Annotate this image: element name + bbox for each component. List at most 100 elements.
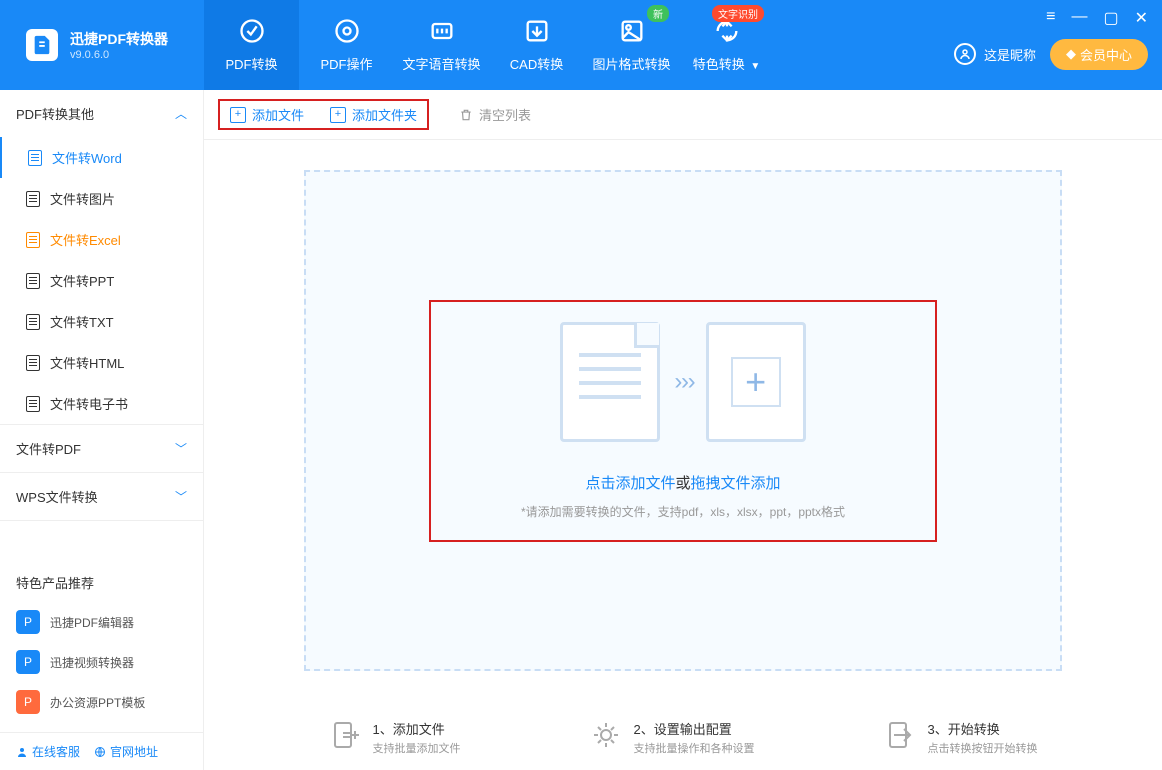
step-3: 3、开始转换 点击转换按钮开始转换 xyxy=(884,719,1038,756)
vip-diamond-icon: ◆ xyxy=(1066,46,1076,62)
nav-item-3[interactable]: CAD转换 xyxy=(489,0,584,90)
add-document-icon xyxy=(706,322,806,442)
dropzone-hint: *请添加需要转换的文件，支持pdf，xls，xlsx，ppt，pptx格式 xyxy=(521,503,845,520)
app-version: v9.0.6.0 xyxy=(70,49,168,61)
step-icon xyxy=(884,719,916,751)
file-icon xyxy=(26,273,40,289)
chevron-down-icon: ﹀ xyxy=(175,488,187,505)
recommend-item-1[interactable]: P 迅捷视频转换器 xyxy=(0,642,203,682)
nav-item-1[interactable]: PDF操作 xyxy=(299,0,394,90)
steps-bar: 1、添加文件 支持批量添加文件 2、设置输出配置 支持批量操作和各种设置 3、开… xyxy=(204,701,1162,770)
side-item-0-5[interactable]: 文件转HTML xyxy=(0,342,203,383)
side-section-header[interactable]: WPS文件转换 ﹀ xyxy=(0,473,203,520)
side-item-label: 文件转PPT xyxy=(50,271,114,290)
app-logo-icon xyxy=(26,29,58,61)
nav-item-0[interactable]: PDF转换 xyxy=(204,0,299,90)
app-name: 迅捷PDF转换器 xyxy=(70,29,168,49)
user-area[interactable]: 这是昵称 xyxy=(954,43,1036,65)
nav-label: PDF操作 xyxy=(320,54,372,73)
official-site-link[interactable]: 官网地址 xyxy=(94,743,158,760)
nav-label: CAD转换 xyxy=(510,54,563,73)
side-section-0: PDF转换其他 ︿ 文件转Word 文件转图片 文件转Excel 文件转PPT xyxy=(0,90,203,425)
file-icon xyxy=(26,396,40,412)
nav-icon xyxy=(523,17,551,48)
sidebar: PDF转换其他 ︿ 文件转Word 文件转图片 文件转Excel 文件转PPT xyxy=(0,90,204,770)
nav-icon xyxy=(238,17,266,48)
side-item-label: 文件转HTML xyxy=(50,353,124,372)
side-item-label: 文件转图片 xyxy=(50,189,115,208)
document-icon xyxy=(560,322,660,442)
side-section-header[interactable]: PDF转换其他 ︿ xyxy=(0,90,203,137)
side-item-label: 文件转Word xyxy=(52,148,122,167)
recommend-item-0[interactable]: P 迅捷PDF编辑器 xyxy=(0,602,203,642)
step-icon xyxy=(590,719,622,751)
nav-badge: 新 xyxy=(647,5,669,22)
main-nav: PDF转换 PDF操作 文字语音转换 CAD转换 新 图片格式转换 文字识别 特… xyxy=(204,0,774,90)
chevron-down-icon: ﹀ xyxy=(175,440,187,457)
vip-button[interactable]: ◆ 会员中心 xyxy=(1050,39,1148,70)
step-subtitle: 点击转换按钮开始转换 xyxy=(928,740,1038,756)
nav-item-4[interactable]: 新 图片格式转换 xyxy=(584,0,679,90)
dropzone-text: 点击添加文件或拖拽文件添加 xyxy=(585,472,780,493)
side-section-header[interactable]: 文件转PDF ﹀ xyxy=(0,425,203,472)
recommend-item-2[interactable]: P 办公资源PPT模板 xyxy=(0,682,203,722)
main-area: + 添加文件 + 添加文件夹 清空列表 › › › xyxy=(204,90,1162,770)
step-title: 1、添加文件 xyxy=(373,719,461,738)
step-title: 2、设置输出配置 xyxy=(634,719,755,738)
side-item-0-3[interactable]: 文件转PPT xyxy=(0,260,203,301)
toolbar-highlight: + 添加文件 + 添加文件夹 xyxy=(218,99,429,130)
file-icon xyxy=(26,314,40,330)
side-item-0-1[interactable]: 文件转图片 xyxy=(0,178,203,219)
recommend-section: 特色产品推荐 P 迅捷PDF编辑器 P 迅捷视频转换器 P 办公资源PPT模板 xyxy=(0,553,203,732)
step-2: 2、设置输出配置 支持批量操作和各种设置 xyxy=(590,719,755,756)
nav-label: 特色转换 ▼ xyxy=(693,54,761,73)
chevron-up-icon: ︿ xyxy=(175,105,187,122)
user-avatar-icon xyxy=(954,43,976,65)
add-file-icon: + xyxy=(230,107,246,123)
side-item-0-2[interactable]: 文件转Excel xyxy=(0,219,203,260)
nav-icon xyxy=(333,17,361,48)
nav-label: 文字语音转换 xyxy=(402,54,480,73)
online-service-link[interactable]: 在线客服 xyxy=(16,743,80,760)
recommend-label: 迅捷PDF编辑器 xyxy=(50,614,134,631)
file-icon xyxy=(26,232,40,248)
nav-label: PDF转换 xyxy=(225,54,277,73)
file-icon xyxy=(28,150,42,166)
logo-area: 迅捷PDF转换器 v9.0.6.0 xyxy=(0,29,204,61)
step-icon xyxy=(329,719,361,751)
nav-label: 图片格式转换 xyxy=(592,54,670,73)
nav-badge: 文字识别 xyxy=(712,5,764,22)
recommend-label: 迅捷视频转换器 xyxy=(50,654,134,671)
side-section-1: 文件转PDF ﹀ xyxy=(0,425,203,473)
user-name: 这是昵称 xyxy=(984,45,1036,64)
add-folder-button[interactable]: + 添加文件夹 xyxy=(330,105,417,124)
side-item-label: 文件转Excel xyxy=(50,230,121,249)
nav-icon xyxy=(428,17,456,48)
step-title: 3、开始转换 xyxy=(928,719,1038,738)
side-section-2: WPS文件转换 ﹀ xyxy=(0,473,203,521)
trash-icon xyxy=(459,107,473,123)
side-item-0-0[interactable]: 文件转Word xyxy=(0,137,203,178)
step-1: 1、添加文件 支持批量添加文件 xyxy=(329,719,461,756)
nav-item-2[interactable]: 文字语音转换 xyxy=(394,0,489,90)
recommend-icon: P xyxy=(16,690,40,714)
side-item-label: 文件转TXT xyxy=(50,312,114,331)
add-file-button[interactable]: + 添加文件 xyxy=(230,105,304,124)
side-item-0-4[interactable]: 文件转TXT xyxy=(0,301,203,342)
recommend-icon: P xyxy=(16,650,40,674)
side-item-0-6[interactable]: 文件转电子书 xyxy=(0,383,203,424)
nav-item-5[interactable]: 文字识别 特色转换 ▼ xyxy=(679,0,774,90)
dropzone-illustration: › › › xyxy=(560,322,805,442)
file-icon xyxy=(26,355,40,371)
recommend-title: 特色产品推荐 xyxy=(0,563,203,602)
toolbar: + 添加文件 + 添加文件夹 清空列表 xyxy=(204,90,1162,140)
header: 迅捷PDF转换器 v9.0.6.0 PDF转换 PDF操作 文字语音转换 CAD… xyxy=(0,0,1162,90)
clear-list-button[interactable]: 清空列表 xyxy=(459,105,531,124)
file-icon xyxy=(26,191,40,207)
recommend-label: 办公资源PPT模板 xyxy=(50,694,145,711)
dropzone[interactable]: › › › 点击添加文件或拖拽文件添加 *请添加需要转换的文件，支持pdf，xl… xyxy=(304,170,1062,671)
arrow-icon: › › › xyxy=(674,368,691,396)
recommend-icon: P xyxy=(16,610,40,634)
nav-icon xyxy=(618,17,646,48)
step-subtitle: 支持批量操作和各种设置 xyxy=(634,740,755,756)
